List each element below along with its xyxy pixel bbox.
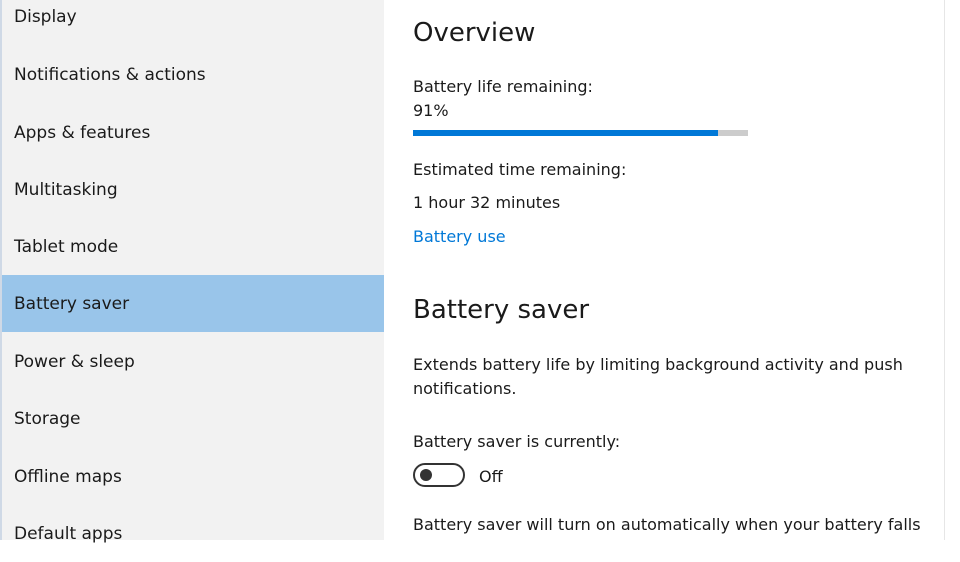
sidebar-item-notifications-actions[interactable]: Notifications & actions — [2, 46, 384, 103]
sidebar-item-multitasking[interactable]: Multitasking — [2, 161, 384, 218]
battery-saver-description-line1: Extends battery life by limiting backgro… — [413, 355, 903, 374]
time-remaining-value: 1 hour 32 minutes — [413, 193, 561, 212]
battery-life-label: Battery life remaining: — [413, 77, 593, 96]
scrollbar-track[interactable] — [944, 0, 960, 540]
sidebar-item-tablet-mode[interactable]: Tablet mode — [2, 218, 384, 275]
sidebar-item-storage[interactable]: Storage — [2, 390, 384, 447]
sidebar-item-label: Default apps — [14, 523, 123, 544]
sidebar-item-label: Power & sleep — [14, 351, 135, 372]
battery-saver-status-label: Battery saver is currently: — [413, 432, 621, 451]
sidebar-item-default-apps[interactable]: Default apps — [2, 505, 384, 562]
settings-sidebar: Display Notifications & actions Apps & f… — [0, 0, 384, 544]
battery-progress-bar — [413, 130, 748, 136]
battery-progress-fill — [413, 130, 718, 136]
sidebar-item-label: Notifications & actions — [14, 64, 206, 85]
sidebar-item-label: Multitasking — [14, 179, 118, 200]
overview-heading: Overview — [413, 18, 536, 48]
sidebar-item-battery-saver[interactable]: Battery saver — [2, 275, 384, 332]
settings-content: Overview Battery life remaining: 91% Est… — [384, 0, 944, 540]
battery-saver-auto-text: Battery saver will turn on automatically… — [413, 515, 921, 534]
battery-saver-description-line2: notifications. — [413, 379, 517, 398]
sidebar-item-label: Offline maps — [14, 466, 122, 487]
time-remaining-label: Estimated time remaining: — [413, 160, 627, 179]
battery-life-value: 91% — [413, 101, 449, 120]
battery-saver-toggle[interactable] — [413, 463, 465, 487]
sidebar-item-label: Battery saver — [14, 293, 130, 314]
sidebar-item-label: Display — [14, 6, 77, 27]
sidebar-item-label: Apps & features — [14, 122, 151, 143]
sidebar-item-apps-features[interactable]: Apps & features — [2, 104, 384, 161]
toggle-knob — [420, 469, 432, 481]
sidebar-item-label: Storage — [14, 408, 81, 429]
battery-saver-toggle-state: Off — [479, 467, 503, 486]
battery-use-link[interactable]: Battery use — [413, 227, 506, 246]
sidebar-item-display[interactable]: Display — [2, 0, 384, 45]
sidebar-item-power-sleep[interactable]: Power & sleep — [2, 333, 384, 390]
battery-saver-heading: Battery saver — [413, 295, 590, 325]
sidebar-item-label: Tablet mode — [14, 236, 119, 257]
sidebar-item-offline-maps[interactable]: Offline maps — [2, 448, 384, 505]
